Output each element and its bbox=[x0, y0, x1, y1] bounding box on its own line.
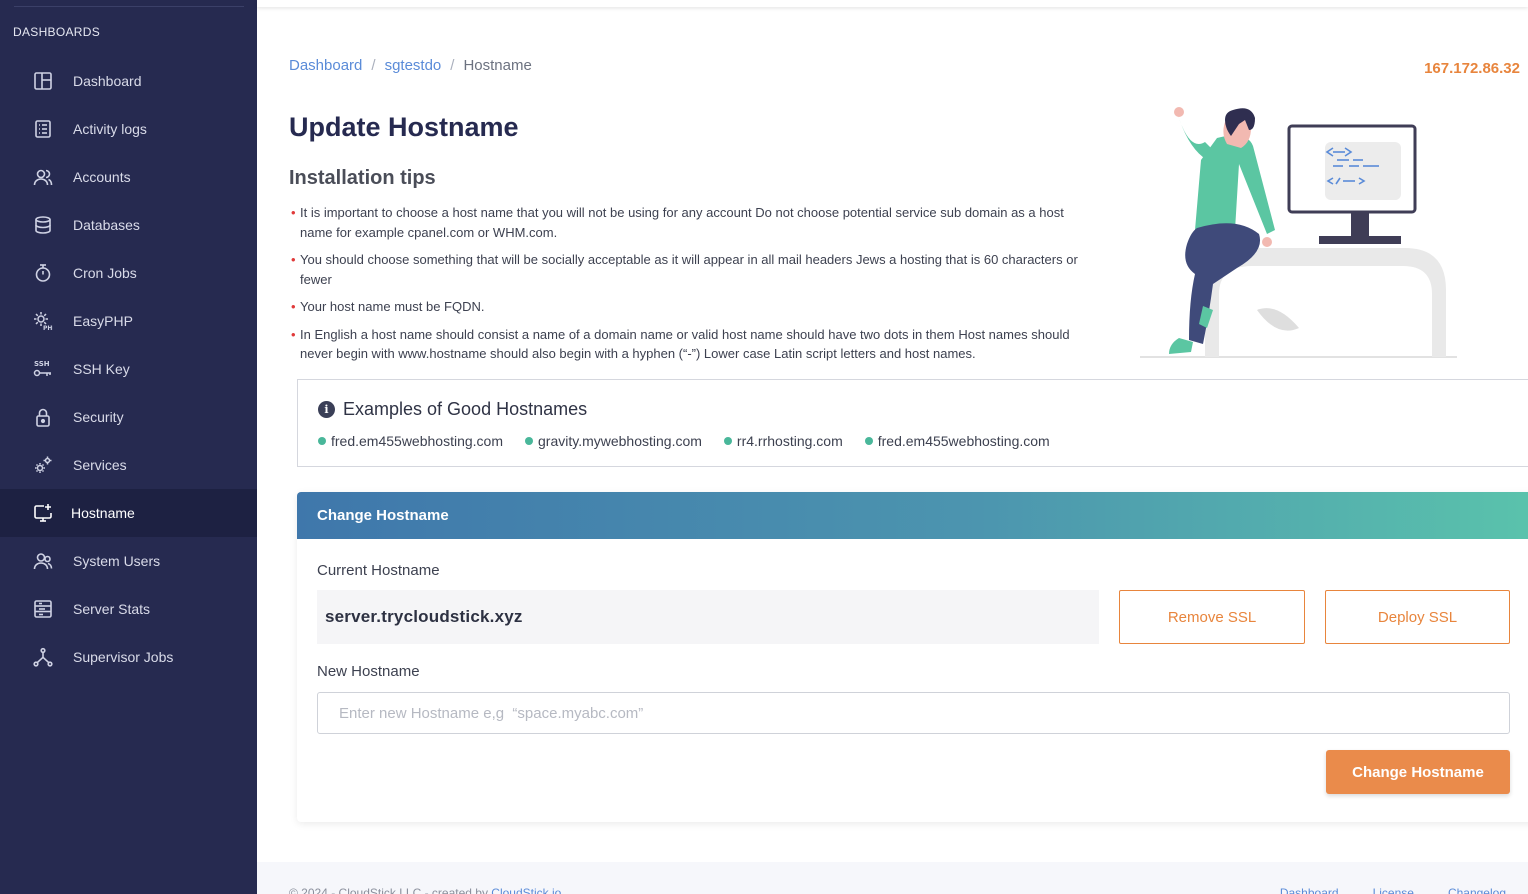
sidebar-item-ssh-key[interactable]: SSH SSH Key bbox=[0, 345, 257, 393]
tip-item: You should choose something that will be… bbox=[291, 250, 1081, 289]
footer: © 2024 - CloudStick LLC - created by Clo… bbox=[257, 862, 1528, 894]
sidebar-item-label: Accounts bbox=[73, 169, 131, 185]
accounts-icon bbox=[33, 167, 53, 187]
database-icon bbox=[33, 215, 53, 235]
footer-copyright: © 2024 - CloudStick LLC - created by Clo… bbox=[289, 886, 561, 894]
sidebar-item-label: EasyPHP bbox=[73, 313, 133, 329]
cron-icon bbox=[33, 263, 53, 283]
sidebar-item-label: SSH Key bbox=[73, 361, 130, 377]
new-hostname-input[interactable] bbox=[317, 692, 1510, 734]
examples-list: fred.em455webhosting.com gravity.mywebho… bbox=[318, 433, 1050, 449]
sidebar-nav: Dashboard Activity logs Accounts Databas… bbox=[0, 57, 257, 681]
svg-text:PHP: PHP bbox=[43, 325, 53, 331]
footer-copyright-text: © 2024 - CloudStick LLC - created by bbox=[289, 886, 492, 894]
svg-text:SSH: SSH bbox=[34, 360, 50, 368]
sidebar-item-hostname[interactable]: Hostname bbox=[0, 489, 257, 537]
examples-title: Examples of Good Hostnames bbox=[343, 399, 588, 419]
example-hostname-text: fred.em455webhosting.com bbox=[331, 433, 503, 449]
breadcrumb-separator: / bbox=[450, 57, 455, 74]
sidebar-item-supervisor-jobs[interactable]: Supervisor Jobs bbox=[0, 633, 257, 681]
bullet-dot-icon bbox=[318, 437, 326, 445]
sidebar-item-cron-jobs[interactable]: Cron Jobs bbox=[0, 249, 257, 297]
card-title: Change Hostname bbox=[317, 507, 449, 524]
footer-link-dashboard[interactable]: Dashboard bbox=[1280, 886, 1339, 894]
page-title: Update Hostname bbox=[289, 112, 519, 142]
installation-tips-list: It is important to choose a host name th… bbox=[291, 203, 1081, 372]
example-hostname-text: gravity.mywebhosting.com bbox=[538, 433, 702, 449]
sidebar-item-label: Activity logs bbox=[73, 121, 147, 137]
sidebar: DASHBOARDS Dashboard Activity logs Accou… bbox=[0, 0, 257, 894]
examples-box: i Examples of Good Hostnames fred.em455w… bbox=[297, 379, 1528, 467]
main-content: Dashboard / sgtestdo / Hostname 167.172.… bbox=[257, 0, 1528, 894]
activity-logs-icon bbox=[33, 119, 53, 139]
breadcrumb-server-link[interactable]: sgtestdo bbox=[385, 57, 442, 74]
top-bar bbox=[257, 0, 1528, 7]
example-hostname-text: rr4.rrhosting.com bbox=[736, 433, 843, 449]
example-hostname-text: fred.em455webhosting.com bbox=[877, 433, 1050, 449]
change-hostname-button[interactable]: Change Hostname bbox=[1326, 750, 1510, 794]
sidebar-item-label: Security bbox=[73, 409, 124, 425]
sidebar-item-databases[interactable]: Databases bbox=[0, 201, 257, 249]
current-hostname-value: server.trycloudstick.xyz bbox=[317, 590, 1099, 644]
footer-link-license[interactable]: License bbox=[1373, 886, 1414, 894]
change-hostname-card: Change Hostname Current Hostname server.… bbox=[297, 492, 1528, 822]
sidebar-item-dashboard[interactable]: Dashboard bbox=[0, 57, 257, 105]
sidebar-item-label: Supervisor Jobs bbox=[73, 649, 174, 665]
info-icon: i bbox=[318, 401, 335, 418]
sidebar-item-label: Cron Jobs bbox=[73, 265, 137, 281]
examples-header: i Examples of Good Hostnames bbox=[318, 399, 587, 420]
footer-creator-link[interactable]: CloudStick.io bbox=[491, 886, 561, 894]
stats-icon bbox=[33, 599, 53, 619]
footer-link-changelog[interactable]: Changelog bbox=[1448, 886, 1506, 894]
sidebar-item-label: Hostname bbox=[71, 505, 135, 521]
tip-item: In English a host name should consist a … bbox=[291, 325, 1081, 364]
developer-illustration bbox=[1140, 107, 1457, 358]
bullet-dot-icon bbox=[864, 437, 873, 445]
sidebar-item-label: Server Stats bbox=[73, 601, 151, 617]
sidebar-item-label: Services bbox=[73, 457, 127, 473]
tip-item: It is important to choose a host name th… bbox=[291, 203, 1081, 242]
example-hostname: fred.em455webhosting.com bbox=[318, 433, 503, 449]
sidebar-item-easyphp[interactable]: PHP EasyPHP bbox=[0, 297, 257, 345]
current-hostname-label: Current Hostname bbox=[317, 562, 440, 579]
sidebar-item-services[interactable]: Services bbox=[0, 441, 257, 489]
server-ip: 167.172.86.32 bbox=[1424, 60, 1520, 77]
lock-icon bbox=[33, 407, 53, 427]
sidebar-item-label: Dashboard bbox=[73, 73, 142, 89]
remove-ssl-button[interactable]: Remove SSL bbox=[1119, 590, 1305, 644]
sidebar-item-security[interactable]: Security bbox=[0, 393, 257, 441]
card-header: Change Hostname bbox=[297, 492, 1528, 539]
tip-item: Your host name must be FQDN. bbox=[291, 297, 1081, 317]
sidebar-item-server-stats[interactable]: Server Stats bbox=[0, 585, 257, 633]
sidebar-item-activity-logs[interactable]: Activity logs bbox=[0, 105, 257, 153]
example-hostname: gravity.mywebhosting.com bbox=[525, 433, 702, 449]
footer-links: Dashboard License Changelog bbox=[1280, 886, 1506, 894]
installation-tips-title: Installation tips bbox=[289, 167, 436, 189]
services-gear-icon bbox=[33, 455, 53, 475]
bullet-dot-icon bbox=[723, 437, 732, 445]
users-icon bbox=[33, 551, 53, 571]
sidebar-section-label: DASHBOARDS bbox=[13, 25, 101, 39]
example-hostname: rr4.rrhosting.com bbox=[723, 433, 843, 449]
breadcrumb: Dashboard / sgtestdo / Hostname bbox=[289, 57, 532, 74]
example-hostname: fred.em455webhosting.com bbox=[864, 433, 1050, 449]
ssh-key-icon: SSH bbox=[33, 359, 53, 379]
network-icon bbox=[33, 647, 53, 667]
new-hostname-label: New Hostname bbox=[317, 663, 420, 680]
breadcrumb-separator: / bbox=[371, 57, 376, 74]
deploy-ssl-button[interactable]: Deploy SSL bbox=[1325, 590, 1510, 644]
dashboard-icon bbox=[33, 71, 53, 91]
breadcrumb-dashboard-link[interactable]: Dashboard bbox=[289, 57, 362, 74]
sidebar-item-system-users[interactable]: System Users bbox=[0, 537, 257, 585]
sidebar-item-accounts[interactable]: Accounts bbox=[0, 153, 257, 201]
php-gear-icon: PHP bbox=[33, 311, 53, 331]
breadcrumb-current: Hostname bbox=[463, 57, 532, 74]
sidebar-item-label: Databases bbox=[73, 217, 140, 233]
bullet-dot-icon bbox=[525, 437, 533, 445]
sidebar-item-label: System Users bbox=[73, 553, 161, 569]
monitor-icon bbox=[33, 503, 53, 523]
sidebar-divider bbox=[14, 6, 244, 7]
